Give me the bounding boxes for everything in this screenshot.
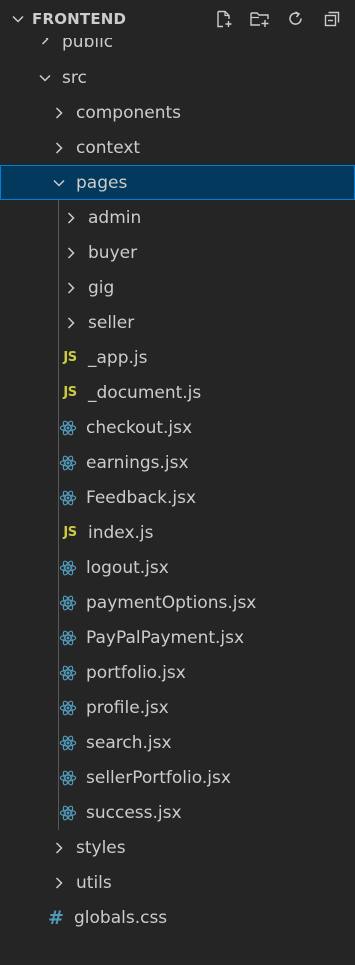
- tree-item-label: logout.jsx: [86, 557, 169, 578]
- tree-folder-admin[interactable]: admin: [0, 200, 355, 235]
- tree-file-index-js[interactable]: JS index.js: [0, 515, 355, 550]
- collapse-all-icon[interactable]: [321, 8, 343, 30]
- react-icon: [58, 558, 78, 578]
- tree-item-label: search.jsx: [86, 732, 172, 753]
- tree-file-document-js[interactable]: JS _document.js: [0, 375, 355, 410]
- react-icon: [58, 768, 78, 788]
- tree-folder-utils[interactable]: utils: [0, 865, 355, 900]
- chevron-right-icon: [52, 106, 66, 120]
- chevron-right-icon: [52, 876, 66, 890]
- react-icon: [58, 803, 78, 823]
- tree-item-label: _app.js: [88, 347, 148, 368]
- tree-file-app-js[interactable]: JS _app.js: [0, 340, 355, 375]
- tree-item-label: sellerPortfolio.jsx: [86, 767, 231, 788]
- new-folder-icon[interactable]: [249, 8, 271, 30]
- tree-file-success[interactable]: success.jsx: [0, 795, 355, 830]
- new-file-icon[interactable]: [213, 8, 235, 30]
- explorer-actions: [213, 8, 343, 30]
- tree-folder-seller[interactable]: seller: [0, 305, 355, 340]
- tree-item-label: globals.css: [74, 907, 168, 928]
- chevron-right-icon: [52, 841, 66, 855]
- tree-item-label: _document.js: [88, 382, 202, 403]
- react-icon: [58, 663, 78, 683]
- tree-item-label: Feedback.jsx: [86, 487, 197, 508]
- tree-folder-pages[interactable]: pages: [0, 165, 355, 200]
- react-icon: [58, 733, 78, 753]
- javascript-file-icon: JS: [63, 385, 77, 400]
- refresh-icon[interactable]: [285, 8, 307, 30]
- tree-item-label: PayPalPayment.jsx: [86, 627, 245, 648]
- tree-item-label: portfolio.jsx: [86, 662, 186, 683]
- tree-item-label: styles: [76, 837, 126, 858]
- tree-item-label: profile.jsx: [86, 697, 169, 718]
- tree-file-checkout[interactable]: checkout.jsx: [0, 410, 355, 445]
- tree-item-label: earnings.jsx: [86, 452, 189, 473]
- tree-folder-buyer[interactable]: buyer: [0, 235, 355, 270]
- pages-children: admin buyer gig seller JS _app.js JS _do…: [0, 200, 355, 830]
- tree-file-earnings[interactable]: earnings.jsx: [0, 445, 355, 480]
- explorer-title: FRONTEND: [32, 10, 127, 28]
- chevron-right-icon: [64, 316, 78, 330]
- tree-folder-context[interactable]: context: [0, 130, 355, 165]
- tree-file-payment-options[interactable]: paymentOptions.jsx: [0, 585, 355, 620]
- tree-file-seller-portfolio[interactable]: sellerPortfolio.jsx: [0, 760, 355, 795]
- tree-item-label: public: [62, 38, 114, 52]
- tree-item-label: admin: [88, 207, 142, 228]
- react-icon: [58, 593, 78, 613]
- react-icon: [58, 698, 78, 718]
- tree-file-paypal-payment[interactable]: PayPalPayment.jsx: [0, 620, 355, 655]
- tree-file-logout[interactable]: logout.jsx: [0, 550, 355, 585]
- tree-item-label: paymentOptions.jsx: [86, 592, 257, 613]
- chevron-down-icon[interactable]: [10, 11, 26, 27]
- file-explorer: FRONTEND public src components context p…: [0, 0, 355, 965]
- chevron-right-icon: [64, 211, 78, 225]
- chevron-right-icon: [38, 38, 52, 46]
- tree-item-label: pages: [76, 172, 128, 193]
- tree-file-feedback[interactable]: Feedback.jsx: [0, 480, 355, 515]
- tree-item-label: utils: [76, 872, 112, 893]
- tree-item-label: checkout.jsx: [86, 417, 193, 438]
- tree-file-profile[interactable]: profile.jsx: [0, 690, 355, 725]
- tree-item-label: index.js: [88, 522, 154, 543]
- tree-item-label: seller: [88, 312, 135, 333]
- chevron-down-icon: [38, 71, 52, 85]
- tree-item-label: src: [62, 67, 87, 88]
- tree-folder-gig[interactable]: gig: [0, 270, 355, 305]
- react-icon: [58, 488, 78, 508]
- javascript-file-icon: JS: [63, 350, 77, 365]
- react-icon: [58, 418, 78, 438]
- tree-item-label: components: [76, 102, 182, 123]
- chevron-down-icon: [52, 176, 66, 190]
- tree-file-globals-css[interactable]: # globals.css: [0, 900, 355, 935]
- explorer-header[interactable]: FRONTEND: [0, 0, 355, 38]
- tree-item-label: context: [76, 137, 141, 158]
- tree-folder-src[interactable]: src: [0, 60, 355, 95]
- tree-file-portfolio[interactable]: portfolio.jsx: [0, 655, 355, 690]
- chevron-right-icon: [64, 281, 78, 295]
- react-icon: [58, 453, 78, 473]
- tree-item-label: buyer: [88, 242, 138, 263]
- tree-file-search[interactable]: search.jsx: [0, 725, 355, 760]
- tree-folder-components[interactable]: components: [0, 95, 355, 130]
- file-tree: public src components context pages admi…: [0, 38, 355, 965]
- tree-folder-styles[interactable]: styles: [0, 830, 355, 865]
- javascript-file-icon: JS: [63, 525, 77, 540]
- react-icon: [58, 628, 78, 648]
- tree-folder-public[interactable]: public: [0, 38, 355, 54]
- chevron-right-icon: [64, 246, 78, 260]
- tree-item-label: gig: [88, 277, 115, 298]
- css-file-icon: #: [48, 906, 64, 929]
- tree-item-label: success.jsx: [86, 802, 182, 823]
- chevron-right-icon: [52, 141, 66, 155]
